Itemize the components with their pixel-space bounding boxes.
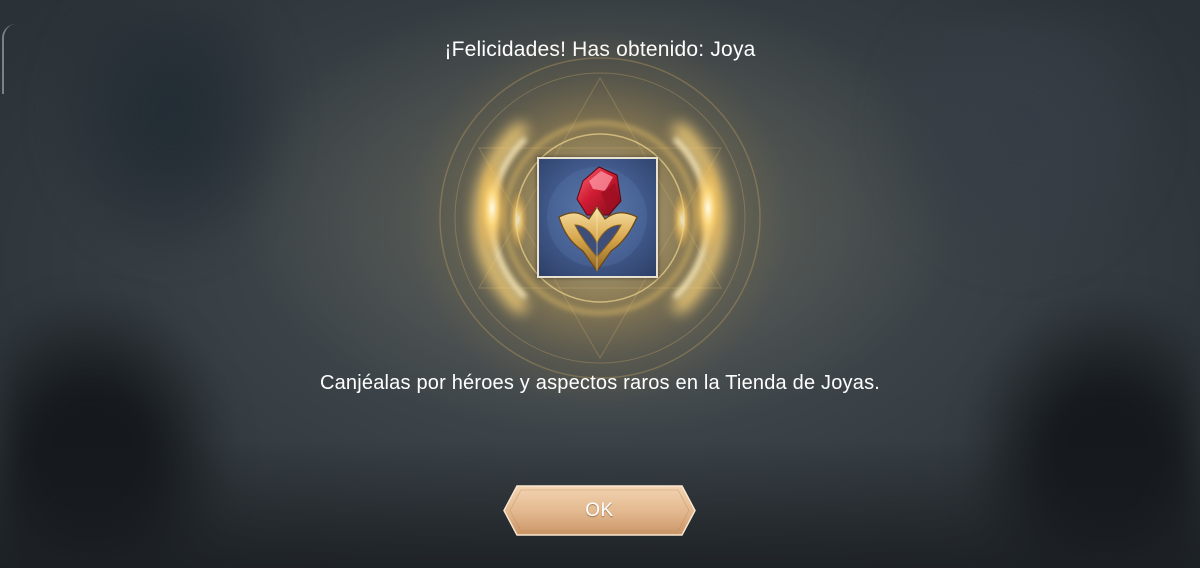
ok-button-label: OK xyxy=(585,500,614,521)
reward-description: Canjéalas por héroes y aspectos raros en… xyxy=(319,372,881,394)
gem-icon xyxy=(547,166,647,273)
reward-item-frame xyxy=(537,157,658,278)
reward-screen: ¡Felicidades! Has obtenido: Joya xyxy=(0,0,1200,568)
ok-button[interactable]: OK xyxy=(503,485,696,536)
